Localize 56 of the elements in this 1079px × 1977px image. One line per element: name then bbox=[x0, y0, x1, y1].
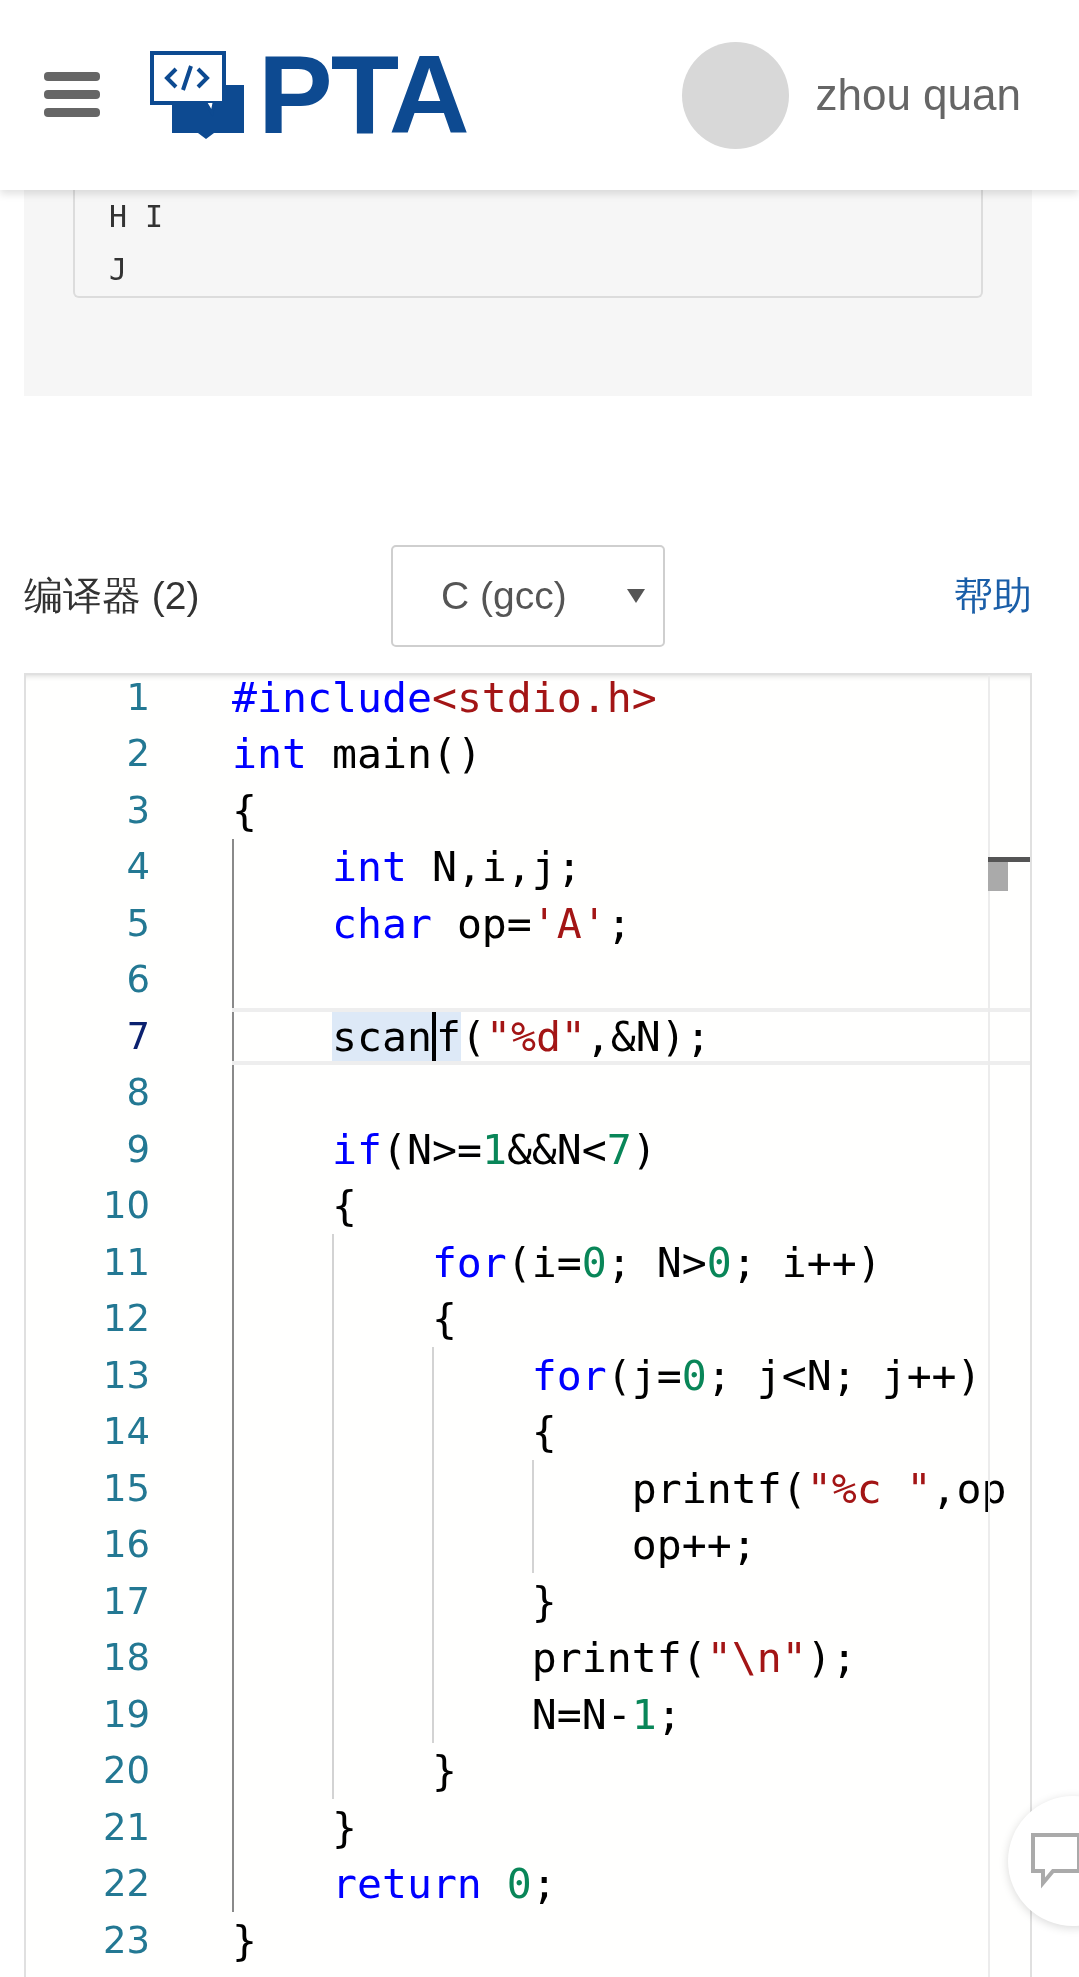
code-line: { bbox=[232, 785, 257, 835]
speech-bubble-icon bbox=[1030, 1832, 1079, 1890]
line-number: 13 bbox=[101, 1353, 150, 1397]
code-line: if(N>=1&&N<7) bbox=[330, 1124, 657, 1174]
code-line: op++; bbox=[630, 1520, 757, 1570]
line-number: 20 bbox=[101, 1749, 150, 1793]
code-line: } bbox=[430, 1746, 457, 1796]
line-number: 22 bbox=[101, 1862, 150, 1906]
line-number: 17 bbox=[101, 1579, 150, 1623]
line-number: 3 bbox=[125, 788, 150, 832]
line-number: 8 bbox=[125, 1071, 150, 1115]
line-number: 5 bbox=[125, 901, 150, 945]
code-line: return 0; bbox=[330, 1859, 557, 1909]
line-number: 10 bbox=[101, 1184, 150, 1228]
caret-icon bbox=[627, 589, 645, 603]
logo-text: PTA bbox=[258, 39, 468, 151]
compiler-select[interactable]: C (gcc) bbox=[391, 545, 665, 647]
output-line: J bbox=[109, 251, 128, 289]
line-number: 15 bbox=[101, 1466, 150, 1510]
line-number: 12 bbox=[101, 1297, 150, 1341]
compiler-label: 编译器 (2) bbox=[24, 573, 201, 619]
line-number: 4 bbox=[125, 845, 150, 889]
code-line: #include<stdio.h> bbox=[232, 675, 657, 722]
code-line: int main() bbox=[232, 729, 482, 779]
user-name[interactable]: zhou quan bbox=[815, 70, 1021, 120]
line-number: 1 bbox=[125, 675, 150, 719]
code-line: { bbox=[430, 1294, 457, 1344]
line-number: 9 bbox=[125, 1127, 150, 1171]
scrollbar-marker-icon bbox=[988, 857, 1030, 891]
line-number: 19 bbox=[101, 1692, 150, 1736]
code-line: { bbox=[530, 1407, 557, 1457]
code-line: printf("\n"); bbox=[530, 1633, 857, 1683]
code-line: } bbox=[232, 1915, 257, 1965]
line-number: 2 bbox=[125, 732, 150, 776]
line-number: 11 bbox=[101, 1240, 150, 1284]
code-line: } bbox=[530, 1576, 557, 1626]
code-line: for(i=0; N>0; i++) bbox=[430, 1237, 882, 1287]
line-number: 6 bbox=[125, 958, 150, 1002]
help-link[interactable]: 帮助 bbox=[954, 569, 1032, 623]
code-line: scan f("%d",&N); bbox=[330, 1011, 711, 1061]
code-line: int N,i,j; bbox=[330, 842, 582, 892]
line-number: 7 bbox=[125, 1014, 150, 1058]
code-line: char op='A'; bbox=[330, 898, 632, 948]
line-number: 21 bbox=[101, 1805, 150, 1849]
code-line: N=N-1; bbox=[530, 1689, 682, 1739]
menu-icon[interactable] bbox=[44, 72, 100, 118]
line-number: 16 bbox=[101, 1523, 150, 1567]
logo-icon[interactable] bbox=[150, 51, 244, 139]
code-line: } bbox=[330, 1802, 357, 1852]
line-number: 23 bbox=[101, 1918, 150, 1962]
line-number: 18 bbox=[101, 1636, 150, 1680]
line-number: 14 bbox=[101, 1410, 150, 1454]
code-line: for(j=0; j<N; j++) bbox=[530, 1350, 982, 1400]
code-line: { bbox=[330, 1181, 357, 1231]
code-editor[interactable] bbox=[24, 673, 1032, 1977]
output-line: H I bbox=[109, 198, 164, 236]
